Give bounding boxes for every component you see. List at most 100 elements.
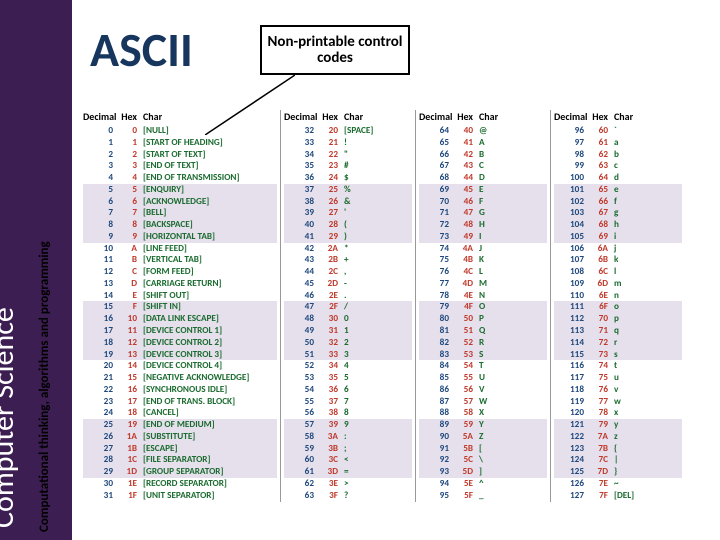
cell-hex: 0 bbox=[119, 125, 143, 137]
ascii-row: 1277F[DEL] bbox=[554, 490, 682, 502]
ascii-row: 51333 bbox=[284, 349, 412, 361]
ascii-row: 12078x bbox=[554, 407, 682, 419]
cell-decimal: 5 bbox=[83, 184, 119, 196]
cell-decimal: 106 bbox=[554, 243, 590, 255]
ascii-row: 3624$ bbox=[284, 172, 412, 184]
ascii-row: 8454T bbox=[419, 360, 547, 372]
cell-hex: 2D bbox=[320, 278, 344, 290]
cell-decimal: 66 bbox=[419, 149, 455, 161]
ascii-row: 271B[ESCAPE] bbox=[83, 443, 277, 455]
cell-char: h bbox=[614, 219, 682, 231]
ascii-row: 7349I bbox=[419, 231, 547, 243]
cell-char: ; bbox=[344, 443, 412, 455]
cell-decimal: 42 bbox=[284, 243, 320, 255]
cell-hex: 47 bbox=[455, 207, 479, 219]
cell-char: [LINE FEED] bbox=[143, 243, 277, 255]
cell-char: + bbox=[344, 254, 412, 266]
cell-decimal: 69 bbox=[419, 184, 455, 196]
cell-char: @ bbox=[479, 125, 547, 137]
cell-decimal: 127 bbox=[554, 490, 590, 502]
cell-decimal: 51 bbox=[284, 349, 320, 361]
ascii-row: 774DM bbox=[419, 278, 547, 290]
cell-decimal: 15 bbox=[83, 301, 119, 313]
cell-hex: 1C bbox=[119, 454, 143, 466]
cell-hex: 6F bbox=[590, 301, 614, 313]
cell-decimal: 110 bbox=[554, 290, 590, 302]
cell-hex: 53 bbox=[455, 349, 479, 361]
ascii-row: 3927' bbox=[284, 207, 412, 219]
cell-decimal: 29 bbox=[83, 466, 119, 478]
cell-decimal: 77 bbox=[419, 278, 455, 290]
cell-char: [NULL] bbox=[143, 125, 277, 137]
cell-hex: 46 bbox=[455, 196, 479, 208]
cell-char: [START OF TEXT] bbox=[143, 149, 277, 161]
cell-char: ( bbox=[344, 219, 412, 231]
cell-decimal: 70 bbox=[419, 196, 455, 208]
ascii-row: 935D] bbox=[419, 466, 547, 478]
cell-decimal: 8 bbox=[83, 219, 119, 231]
ascii-row: 9963c bbox=[554, 160, 682, 172]
cell-char: d bbox=[614, 172, 682, 184]
cell-char: 7 bbox=[344, 396, 412, 408]
cell-decimal: 41 bbox=[284, 231, 320, 243]
cell-decimal: 34 bbox=[284, 149, 320, 161]
cell-hex: 72 bbox=[590, 337, 614, 349]
ascii-row: 2014[DEVICE CONTROL 4] bbox=[83, 360, 277, 372]
ascii-row: 8151Q bbox=[419, 325, 547, 337]
cell-char: [SYNCHRONOUS IDLE] bbox=[143, 384, 277, 396]
cell-decimal: 122 bbox=[554, 431, 590, 443]
cell-char: % bbox=[344, 184, 412, 196]
ascii-column: DecimalHexChar6440@6541A6642B6743C6844D6… bbox=[415, 110, 550, 502]
cell-char: [DEL] bbox=[614, 490, 682, 502]
ascii-row: 1227Az bbox=[554, 431, 682, 443]
ascii-row: 8555U bbox=[419, 372, 547, 384]
ascii-row: 1257D} bbox=[554, 466, 682, 478]
ascii-column: DecimalHexChar00[NULL]11[START OF HEADIN… bbox=[80, 110, 280, 502]
ascii-row: 10367g bbox=[554, 207, 682, 219]
ascii-row: 281C[FILE SEPARATOR] bbox=[83, 454, 277, 466]
cell-hex: 52 bbox=[455, 337, 479, 349]
cell-decimal: 25 bbox=[83, 419, 119, 431]
cell-decimal: 105 bbox=[554, 231, 590, 243]
ascii-row: 794FO bbox=[419, 301, 547, 313]
sidebar-subtitle: Computational thinking, algorithms and p… bbox=[37, 241, 52, 532]
ascii-row: 603C< bbox=[284, 454, 412, 466]
cell-decimal: 17 bbox=[83, 325, 119, 337]
cell-hex: 1 bbox=[119, 137, 143, 149]
cell-hex: 29 bbox=[320, 231, 344, 243]
cell-char: [ENQUIRY] bbox=[143, 184, 277, 196]
cell-char: s bbox=[614, 349, 682, 361]
cell-hex: 3E bbox=[320, 478, 344, 490]
cell-char: M bbox=[479, 278, 547, 290]
ascii-row: 311F[UNIT SEPARATOR] bbox=[83, 490, 277, 502]
cell-hex: 7E bbox=[590, 478, 614, 490]
cell-char: ^ bbox=[479, 478, 547, 490]
cell-hex: D bbox=[119, 278, 143, 290]
cell-hex: 37 bbox=[320, 396, 344, 408]
ascii-row: 33[END OF TEXT] bbox=[83, 160, 277, 172]
cell-char: . bbox=[344, 290, 412, 302]
cell-hex: 4E bbox=[455, 290, 479, 302]
cell-char: = bbox=[344, 466, 412, 478]
cell-hex: 60 bbox=[590, 125, 614, 137]
ascii-row: 2519[END OF MEDIUM] bbox=[83, 419, 277, 431]
ascii-row: 1913[DEVICE CONTROL 3] bbox=[83, 349, 277, 361]
cell-char: F bbox=[479, 196, 547, 208]
ascii-row: 945E^ bbox=[419, 478, 547, 490]
cell-hex: 3B bbox=[320, 443, 344, 455]
ascii-row: 955F_ bbox=[419, 490, 547, 502]
cell-char: J bbox=[479, 243, 547, 255]
cell-char: [FILE SEPARATOR] bbox=[143, 454, 277, 466]
cell-hex: 48 bbox=[455, 219, 479, 231]
page-title: ASCII bbox=[90, 20, 193, 79]
ascii-row: 261A[SUBSTITUTE] bbox=[83, 431, 277, 443]
cell-char: [SUBSTITUTE] bbox=[143, 431, 277, 443]
ascii-row: 8353S bbox=[419, 349, 547, 361]
cell-char: [UNIT SEPARATOR] bbox=[143, 490, 277, 502]
hdr-decimal: Decimal bbox=[284, 110, 320, 123]
cell-decimal: 94 bbox=[419, 478, 455, 490]
cell-decimal: 126 bbox=[554, 478, 590, 490]
hdr-hex: Hex bbox=[320, 110, 344, 123]
cell-decimal: 100 bbox=[554, 172, 590, 184]
ascii-row: 583A: bbox=[284, 431, 412, 443]
